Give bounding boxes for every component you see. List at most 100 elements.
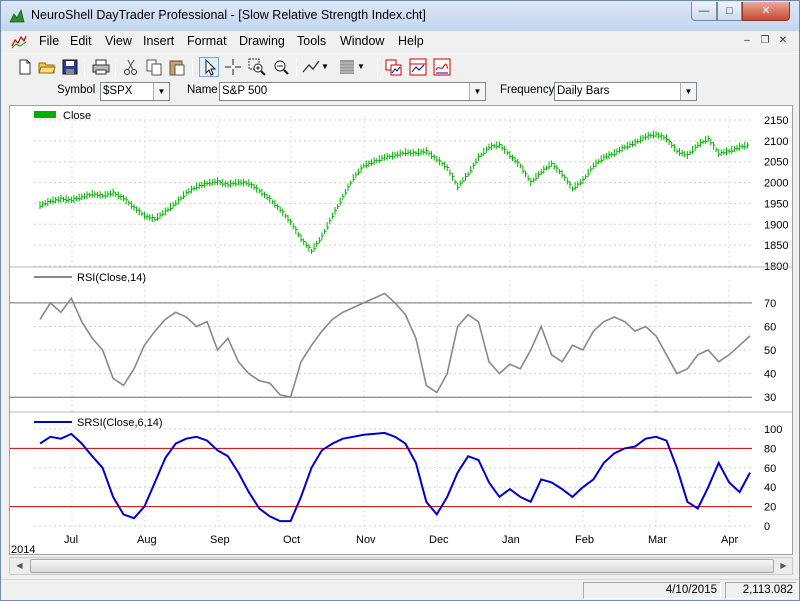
y-tick-label: 60 xyxy=(764,321,776,333)
copy-icon[interactable] xyxy=(144,57,164,77)
pattern-icon[interactable] xyxy=(337,57,357,77)
y-tick-label: 40 xyxy=(764,482,776,494)
symbol-combo[interactable]: $SPX ▼ xyxy=(100,82,170,101)
status-bar: 4/10/2015 2,113.082 xyxy=(1,579,799,600)
rsi-pane: 30 40 50 60 70 RSI(Close,14) xyxy=(10,266,792,413)
toolbar-separator xyxy=(115,58,116,76)
print-icon[interactable] xyxy=(91,57,111,77)
x-tick-label: Jan xyxy=(502,534,520,546)
name-label: Name xyxy=(187,84,218,96)
scroll-left-icon[interactable]: ◀ xyxy=(11,558,28,574)
cut-icon[interactable] xyxy=(121,57,141,77)
menu-tools[interactable]: Tools xyxy=(297,34,326,48)
predictor-icon[interactable] xyxy=(432,57,452,77)
chevron-down-icon[interactable]: ▼ xyxy=(680,83,696,100)
y-tick-label: 80 xyxy=(764,443,776,455)
x-tick-label: Oct xyxy=(283,534,300,546)
chevron-down-icon[interactable]: ▼ xyxy=(469,83,485,100)
symbol-label: Symbol xyxy=(57,84,96,96)
window-title: NeuroShell DayTrader Professional - [Slo… xyxy=(31,8,426,22)
toolbar-separator xyxy=(296,58,297,76)
name-combo[interactable]: S&P 500 ▼ xyxy=(219,82,486,101)
y-tick-label: 60 xyxy=(764,463,776,475)
y-tick-label: 20 xyxy=(764,502,776,514)
y-tick-label: 30 xyxy=(764,392,776,404)
paste-icon[interactable] xyxy=(167,57,187,77)
zoom-in-icon[interactable] xyxy=(247,57,267,77)
close-button[interactable]: ✕ xyxy=(742,2,790,21)
y-tick-label: 0 xyxy=(764,521,770,533)
chart-canvas[interactable]: 18001850190019502000205021002150Close 30… xyxy=(10,106,792,554)
srsi-line xyxy=(39,431,751,523)
legend-label: RSI(Close,14) xyxy=(77,272,146,284)
child-restore-button[interactable]: ❐ xyxy=(757,35,773,48)
frequency-value: Daily Bars xyxy=(557,85,610,97)
toolbar-separator xyxy=(377,58,378,76)
menu-bar: File Edit View Insert Format Drawing Too… xyxy=(1,31,799,51)
scroll-right-icon[interactable]: ▶ xyxy=(775,558,792,574)
y-tick-label: 50 xyxy=(764,345,776,357)
status-value: 2,113.082 xyxy=(725,582,797,599)
legend-label: SRSI(Close,6,14) xyxy=(77,417,163,429)
child-minimize-button[interactable]: – xyxy=(739,35,755,48)
minimize-button[interactable]: — xyxy=(691,2,717,21)
chart-document-icon[interactable] xyxy=(11,33,27,49)
chart-page-icon[interactable] xyxy=(384,57,404,77)
menu-view[interactable]: View xyxy=(105,34,132,48)
y-tick-label: 1900 xyxy=(764,219,788,231)
y-tick-label: 1850 xyxy=(764,240,788,252)
line-tool-icon[interactable] xyxy=(301,57,321,77)
frequency-combo[interactable]: Daily Bars ▼ xyxy=(554,82,697,101)
x-axis: Jul Aug Sep Oct Nov Dec Jan Feb Mar Apr 2014 xyxy=(11,534,738,554)
y-tick-label: 1950 xyxy=(764,198,788,210)
x-tick-label: Mar xyxy=(648,534,667,546)
save-icon[interactable] xyxy=(60,57,80,77)
rsi-line xyxy=(39,292,751,399)
y-tick-label: 100 xyxy=(764,424,782,436)
open-folder-icon[interactable] xyxy=(37,57,57,77)
x-tick-label: Sep xyxy=(210,534,230,546)
symbol-bar: Symbol $SPX ▼ Name S&P 500 ▼ Frequency D… xyxy=(1,80,799,104)
toolbar-separator xyxy=(84,58,85,76)
chevron-down-icon[interactable]: ▼ xyxy=(153,83,169,100)
pattern-dropdown-icon[interactable]: ▼ xyxy=(357,57,377,77)
x-tick-label: Feb xyxy=(575,534,594,546)
y-tick-label: 70 xyxy=(764,298,776,310)
x-tick-label: Aug xyxy=(137,534,157,546)
y-tick-label: 2150 xyxy=(764,115,788,127)
title-bar[interactable]: NeuroShell DayTrader Professional - [Slo… xyxy=(1,1,799,31)
chart-area[interactable]: 1800 1850 1900 1950 2000 2050 2100 2150 Close 30… xyxy=(9,105,793,555)
crosshair-icon[interactable] xyxy=(223,57,243,77)
neuroshell-app-icon xyxy=(9,8,25,23)
y-tick-label: 2000 xyxy=(764,178,788,190)
child-close-button[interactable]: ✕ xyxy=(775,35,791,48)
indicator-icon[interactable] xyxy=(408,57,428,77)
srsi-pane: 0 20 40 60 80 100 SRSI(Close,6,14) xyxy=(10,411,792,533)
x-tick-label: Jul xyxy=(64,534,78,546)
x-tick-label: Apr xyxy=(721,534,738,546)
year-label: 2014 xyxy=(11,544,35,554)
frequency-label: Frequency xyxy=(500,84,555,96)
legend-label: Close xyxy=(63,110,91,122)
pointer-icon[interactable] xyxy=(199,57,219,77)
name-value: S&P 500 xyxy=(222,85,268,97)
new-file-icon[interactable] xyxy=(15,57,35,77)
menu-format[interactable]: Format xyxy=(187,34,227,48)
horizontal-scrollbar[interactable]: ◀ ▶ xyxy=(9,557,793,575)
menu-window[interactable]: Window xyxy=(340,34,384,48)
menu-edit[interactable]: Edit xyxy=(70,34,92,48)
toolbar: ▼ ▼ xyxy=(1,53,799,79)
menu-file[interactable]: File xyxy=(39,34,59,48)
menu-drawing[interactable]: Drawing xyxy=(239,34,285,48)
menu-insert[interactable]: Insert xyxy=(143,34,174,48)
x-tick-label: Nov xyxy=(356,534,376,546)
menu-help[interactable]: Help xyxy=(398,34,424,48)
toolbar-separator xyxy=(192,58,193,76)
app-window: NeuroShell DayTrader Professional - [Slo… xyxy=(0,0,800,601)
symbol-value: $SPX xyxy=(103,85,133,97)
status-date: 4/10/2015 xyxy=(583,582,721,599)
y-tick-label: 40 xyxy=(764,369,776,381)
maximize-button[interactable]: □ xyxy=(717,2,742,21)
scrollbar-thumb[interactable] xyxy=(30,559,774,573)
zoom-out-icon[interactable] xyxy=(271,57,291,77)
